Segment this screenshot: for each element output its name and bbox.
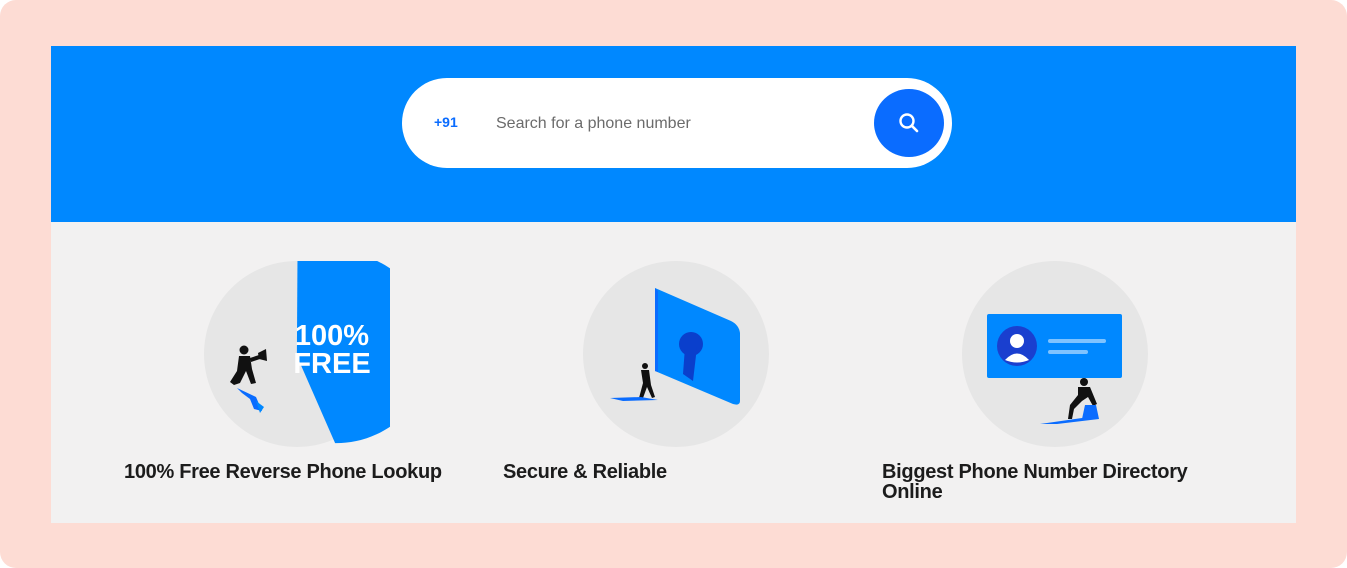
- feature-title: Secure & Reliable: [503, 461, 667, 483]
- search-input[interactable]: [494, 104, 858, 144]
- search-bar: +91: [402, 78, 952, 168]
- search-icon: [899, 113, 919, 133]
- contact-card-illustration: [962, 261, 1148, 447]
- search-hero: +91: [51, 46, 1296, 222]
- features-section: 100% FREE 100% Free Reverse Phone Lookup: [51, 222, 1296, 523]
- keyhole-door-illustration: [583, 261, 769, 447]
- feature-title: 100% Free Reverse Phone Lookup: [124, 461, 442, 483]
- free-badge-illustration: 100% FREE: [204, 261, 390, 447]
- search-button[interactable]: [874, 89, 944, 157]
- feature-title: Biggest Phone Number Directory Online: [882, 461, 1188, 503]
- badge-line-2: FREE: [293, 348, 370, 380]
- country-code[interactable]: +91: [434, 114, 458, 130]
- page-frame: +91 100% FREE: [0, 0, 1347, 568]
